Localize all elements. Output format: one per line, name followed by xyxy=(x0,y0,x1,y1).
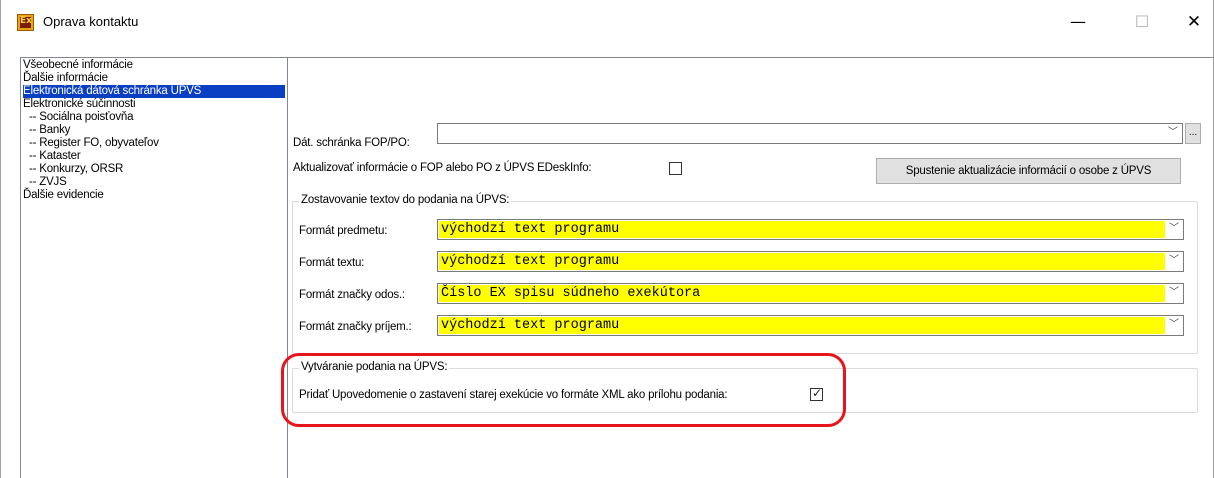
tree-item-other-records[interactable]: Ďalšie evidencie xyxy=(23,189,104,202)
tree-item-register-fo[interactable]: -- Register FO, obyvateľov xyxy=(29,137,159,150)
text-format-label: Formát textu: xyxy=(299,257,365,269)
annotation-highlight xyxy=(281,353,846,427)
minimize-button[interactable]: — xyxy=(1063,10,1093,34)
tree-item-upvs-mailbox[interactable]: Elektronická dátová schránka ÚPVS xyxy=(23,85,285,98)
tree-item-bankruptcy[interactable]: -- Konkurzy, ORSR xyxy=(29,163,123,176)
close-button[interactable]: ✕ xyxy=(1179,10,1209,34)
title-bar: Ex Oprava kontaktu — ☐ ✕ xyxy=(1,0,1213,45)
mailbox-label: Dát. schránka FOP/PO: xyxy=(293,137,410,149)
sender-ref-format-label: Formát značky odos.: xyxy=(299,289,405,301)
app-ex-icon: Ex xyxy=(17,14,34,31)
tree-item-electronic-cooperation[interactable]: Elektronické súčinnosti xyxy=(23,98,136,111)
texts-group-title: Zostavovanie textov do podania na ÚPVS: xyxy=(299,194,512,206)
subject-format-label: Formát predmetu: xyxy=(299,225,388,237)
mailbox-combo[interactable]: ﹀ xyxy=(437,123,1183,144)
recipient-ref-format-combo[interactable]: východzí text programu ﹀ xyxy=(437,315,1184,336)
text-format-combo[interactable]: východzí text programu ﹀ xyxy=(437,251,1184,272)
chevron-down-icon: ﹀ xyxy=(1169,319,1179,330)
texts-group: Zostavovanie textov do podania na ÚPVS: … xyxy=(292,194,1198,354)
chevron-down-icon: ﹀ xyxy=(1169,255,1179,266)
chevron-down-icon: ﹀ xyxy=(1169,223,1179,234)
tree-item-more-info[interactable]: Ďalšie informácie xyxy=(23,72,108,85)
settings-panel: Dát. schránka FOP/PO: ﹀ ... Aktualizovať… xyxy=(281,57,1213,478)
chevron-down-icon: ﹀ xyxy=(1168,127,1178,138)
section-tree[interactable]: Všeobecné informácie Ďalšie informácie E… xyxy=(20,57,288,478)
tree-item-general[interactable]: Všeobecné informácie xyxy=(23,59,133,72)
recipient-ref-format-label: Formát značky príjem.: xyxy=(299,321,412,333)
tree-item-zvjs[interactable]: -- ZVJS xyxy=(29,176,67,189)
subject-format-combo[interactable]: východzí text programu ﹀ xyxy=(437,219,1184,240)
dialog-window: Ex Oprava kontaktu — ☐ ✕ Všeobecné infor… xyxy=(0,0,1214,478)
sender-ref-format-combo[interactable]: Číslo EX spisu súdneho exekútora ﹀ xyxy=(437,283,1184,304)
tree-item-cadastre[interactable]: -- Kataster xyxy=(29,150,81,163)
run-update-button[interactable]: Spustenie aktualizácie informácií o osob… xyxy=(876,158,1181,184)
update-info-checkbox[interactable] xyxy=(669,162,682,175)
tree-item-banks[interactable]: -- Banky xyxy=(29,124,70,137)
update-info-label: Aktualizovať informácie o FOP alebo PO z… xyxy=(293,162,592,174)
maximize-button[interactable]: ☐ xyxy=(1127,10,1157,34)
tree-item-social-insurance[interactable]: -- Sociálna poisťovňa xyxy=(29,111,134,124)
browse-mailbox-button[interactable]: ... xyxy=(1185,123,1201,144)
chevron-down-icon: ﹀ xyxy=(1169,287,1179,298)
window-title: Oprava kontaktu xyxy=(43,14,139,29)
